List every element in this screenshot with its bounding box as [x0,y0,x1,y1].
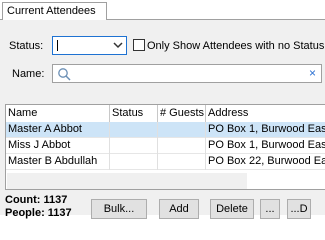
status-dropdown[interactable] [52,36,127,55]
horizontal-scrollbar[interactable] [7,173,247,189]
count-summary: Count: 1137 People: 1137 [5,194,72,220]
column-header-guests[interactable]: # Guests [158,105,206,122]
column-header-status[interactable]: Status [110,105,158,122]
delete-button[interactable]: Delete [210,199,254,219]
cell-address: PO Box 1, Burwood East [208,123,325,135]
cell-name: Miss J Abbot [6,138,110,154]
bulk-button[interactable]: Bulk... [91,199,147,219]
search-icon [58,68,71,81]
attendees-panel: Status: Only Show Attendees with no Stat… [0,19,325,219]
cell-status [110,138,158,154]
clear-icon[interactable]: × [309,66,316,80]
text-caret [57,40,58,51]
cell-name: Master B Abdullah [6,154,110,170]
attendees-grid: Name Status # Guests Address Master A Ab… [5,104,325,190]
no-status-label: Only Show Attendees with no Status [147,40,325,52]
status-label: Status: [9,40,44,52]
name-label: Name: [12,68,45,80]
no-status-checkbox[interactable] [133,39,145,51]
name-search-input[interactable]: × [52,64,322,83]
cell-status [110,154,158,170]
column-header-name[interactable]: Name [6,105,110,122]
more-d-button[interactable]: ...D [287,199,311,219]
more-button[interactable]: ... [260,199,280,219]
count-label: Count: 1137 [5,194,68,206]
cell-guests [158,154,206,170]
cell-name: Master A Abbot [6,122,110,138]
cell-address: PO Box 22, Burwood East [208,155,325,167]
people-label: People: 1137 [5,207,72,219]
table-row[interactable]: Master B Abdullah PO Box 22, Burwood Eas… [6,154,325,170]
table-row[interactable]: Master A Abbot PO Box 1, Burwood East [6,122,325,138]
cell-guests [158,122,206,138]
grid-header: Name Status # Guests Address [6,105,325,123]
cell-status [110,122,158,138]
tab-strip: Current Attendees [0,0,325,20]
column-header-address[interactable]: Address [206,105,325,122]
cell-guests [158,138,206,154]
chevron-down-icon [113,42,123,49]
add-button[interactable]: Add [159,199,199,219]
table-row[interactable]: Miss J Abbot PO Box 1, Burwood East [6,138,325,154]
cell-address: PO Box 1, Burwood East [208,139,325,151]
tab-current-attendees[interactable]: Current Attendees [2,2,107,20]
